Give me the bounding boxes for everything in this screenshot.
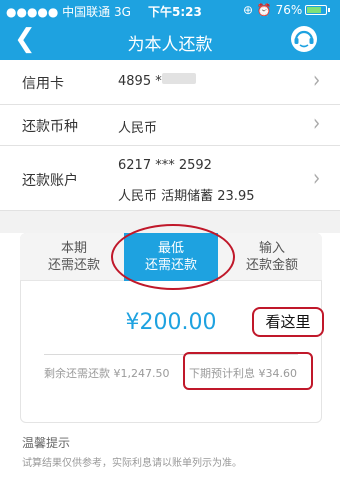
status-icons: ⊕ ⏰ 76% — [243, 3, 302, 17]
tips-text: 试算结果仅供参考，实际利息请以账单列示为准。 — [22, 458, 242, 469]
remaining-due-value: ¥1,247.50 — [113, 367, 170, 380]
battery-icon — [305, 5, 330, 15]
tips-title: 温馨提示 — [22, 436, 71, 450]
carrier-label: ●●●●● 中国联通 3G — [6, 5, 131, 19]
account-number: 6217 *** 2592 — [118, 158, 212, 173]
currency-row[interactable]: 还款币种 人民币 › — [0, 105, 340, 145]
tips-section — [0, 423, 340, 479]
chevron-right-icon: › — [313, 164, 321, 193]
masked-digits — [162, 73, 196, 84]
currency-label: 还款币种 — [22, 119, 78, 135]
tab-line: 本期 — [60, 241, 87, 256]
tab-line: 还需还款 — [47, 258, 100, 273]
status-bar: ●●●●● 中国联通 3G 下午5:23 ⊕ ⏰ 76% — [0, 0, 340, 20]
tab-custom-amount[interactable]: 输入 还款金额 — [224, 240, 320, 274]
account-label: 还款账户 — [22, 173, 78, 189]
battery-nub — [328, 8, 330, 12]
account-row[interactable]: 还款账户 6217 *** 2592 人民币 活期储蓄 23.95 › — [0, 146, 340, 210]
tab-line: 还款金额 — [245, 258, 298, 273]
annotation-ellipse — [111, 224, 235, 290]
account-detail: 人民币 活期储蓄 23.95 — [118, 189, 255, 204]
alarm-icon: ⊕ ⏰ — [243, 3, 272, 17]
remaining-due: 剩余还需还款 ¥1,247.50 — [44, 365, 169, 381]
chevron-right-icon: › — [313, 109, 321, 138]
annotation-callout: 看这里 — [252, 307, 324, 337]
battery-fill — [307, 7, 321, 13]
chevron-right-icon: › — [313, 66, 321, 95]
customer-service-icon[interactable] — [289, 24, 319, 54]
annotation-box — [183, 352, 313, 390]
clock: 下午5:23 — [148, 5, 202, 19]
tab-line: 输入 — [258, 241, 285, 256]
credit-card-label: 信用卡 — [22, 76, 64, 92]
currency-value: 人民币 — [118, 121, 158, 136]
nav-bar: ❮ 为本人还款 — [0, 20, 340, 60]
remaining-due-label: 剩余还需还款 — [44, 367, 110, 380]
tab-current-due[interactable]: 本期 还需还款 — [24, 240, 124, 274]
battery-percent: 76% — [275, 3, 303, 17]
